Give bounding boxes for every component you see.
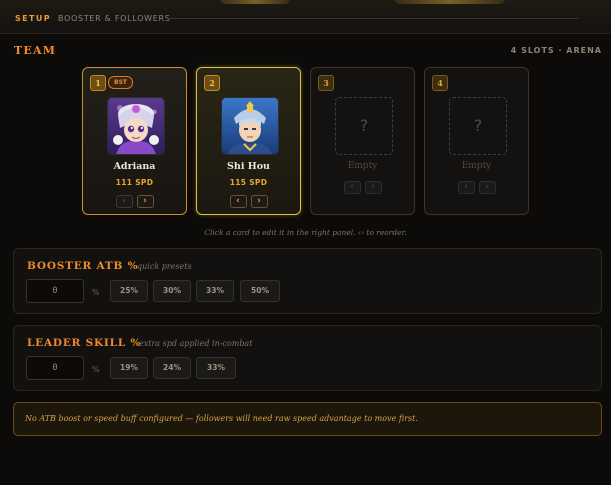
empty-slot-placeholder: ? — [335, 97, 393, 155]
monster-name: Adriana — [113, 161, 156, 172]
reorder-controls: ‹ › — [425, 181, 528, 194]
move-right-button[interactable]: › — [250, 195, 268, 208]
leader-skill-input[interactable]: 0 — [26, 356, 84, 380]
booster-atb-panel: BOOSTER ATB % quick presets 0 % 25% 30% … — [13, 248, 602, 314]
reorder-controls: ‹ › — [311, 181, 414, 194]
team-card-1[interactable]: 1 BST Adriana 111 SPD ‹ › — [82, 67, 187, 215]
header-ornament — [395, 0, 505, 4]
preset-33-button[interactable]: 33% — [196, 280, 234, 302]
team-card-2[interactable]: 2 Shi Hou 115 SPD ‹ › — [196, 67, 301, 215]
header-divider — [168, 18, 578, 19]
booster-atb-input[interactable]: 0 — [26, 279, 84, 303]
booster-atb-unit: % — [92, 288, 100, 297]
move-right-button[interactable]: › — [364, 181, 382, 194]
booster-atb-title: BOOSTER ATB % — [27, 260, 139, 272]
team-title: TEAM — [14, 44, 57, 57]
monster-speed: 115 SPD — [229, 178, 268, 187]
slots-info: 4 SLOTS · ARENA — [510, 46, 602, 55]
leader-skill-title: LEADER SKILL % — [27, 337, 142, 349]
slot-number-badge: 2 — [204, 75, 220, 91]
move-left-button[interactable]: ‹ — [343, 181, 361, 194]
reorder-controls: ‹ › — [83, 195, 186, 208]
reorder-controls: ‹ › — [197, 195, 300, 208]
move-right-button[interactable]: › — [136, 195, 154, 208]
preset-30-button[interactable]: 30% — [153, 280, 191, 302]
breadcrumb-setup[interactable]: SETUP — [15, 14, 51, 23]
team-card-3[interactable]: 3 ? Empty ‹ › — [310, 67, 415, 215]
team-card-4[interactable]: 4 ? Empty ‹ › — [424, 67, 529, 215]
preset-19-button[interactable]: 19% — [110, 357, 148, 379]
monster-name: Shi Hou — [227, 161, 270, 172]
slot-number-badge: 1 — [90, 75, 106, 91]
header-ornament — [220, 0, 290, 4]
preset-50-button[interactable]: 50% — [240, 280, 280, 302]
slot-number-badge: 4 — [432, 75, 448, 91]
slot-number-badge: 3 — [318, 75, 334, 91]
top-bar: SETUP BOOSTER & FOLLOWERS — [0, 0, 611, 34]
booster-atb-subtitle: quick presets — [137, 262, 192, 271]
leader-skill-subtitle: extra spd applied in-combat — [139, 339, 253, 348]
booster-badge: BST — [108, 76, 133, 89]
breadcrumb-current: BOOSTER & FOLLOWERS — [58, 14, 171, 23]
move-left-button[interactable]: ‹ — [229, 195, 247, 208]
preset-33-button[interactable]: 33% — [196, 357, 236, 379]
empty-slot-placeholder: ? — [449, 97, 507, 155]
monster-name: Empty — [347, 161, 378, 171]
preset-25-button[interactable]: 25% — [110, 280, 148, 302]
monster-portrait-shi-hou — [221, 97, 279, 155]
monster-name: Empty — [461, 161, 492, 171]
speed-warning-alert: No ATB boost or speed buff configured — … — [13, 402, 602, 436]
leader-skill-unit: % — [92, 365, 100, 374]
monster-speed: 111 SPD — [115, 178, 154, 187]
move-left-button[interactable]: ‹ — [457, 181, 475, 194]
team-hint: Click a card to edit it in the right pan… — [204, 228, 407, 237]
monster-portrait-adriana — [107, 97, 165, 155]
move-left-button[interactable]: ‹ — [115, 195, 133, 208]
move-right-button[interactable]: › — [478, 181, 496, 194]
leader-skill-panel: LEADER SKILL % extra spd applied in-comb… — [13, 325, 602, 391]
preset-24-button[interactable]: 24% — [153, 357, 191, 379]
